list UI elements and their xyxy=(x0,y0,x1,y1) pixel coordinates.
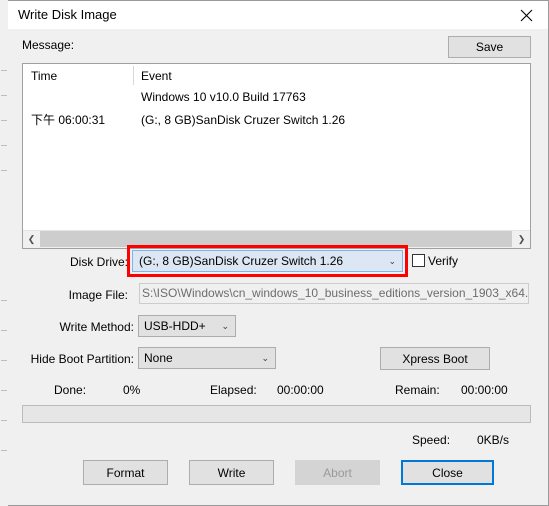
column-header-time[interactable]: Time xyxy=(31,69,57,83)
close-button[interactable]: Close xyxy=(401,460,494,485)
table-row[interactable]: 下午 06:00:31 (G:, 8 GB)SanDisk Cruzer Swi… xyxy=(23,111,530,129)
window-title: Write Disk Image xyxy=(18,7,117,22)
disk-drive-label: Disk Drive: xyxy=(69,255,128,269)
speed-value: 0KB/s xyxy=(477,433,510,447)
close-icon[interactable] xyxy=(504,1,548,29)
list-header: Time Event xyxy=(23,64,530,87)
format-button[interactable]: Format xyxy=(83,460,168,485)
cell-event: Windows 10 v10.0 Build 17763 xyxy=(141,90,306,104)
scroll-right-icon[interactable]: ❯ xyxy=(513,231,530,247)
column-divider xyxy=(133,66,134,85)
cell-time: 下午 06:00:31 xyxy=(31,113,106,127)
elapsed-label: Elapsed: xyxy=(210,383,257,397)
disk-drive-select[interactable]: (G:, 8 GB)SanDisk Cruzer Switch 1.26 ⌄ xyxy=(132,250,403,272)
disk-drive-value: (G:, 8 GB)SanDisk Cruzer Switch 1.26 xyxy=(139,254,344,268)
hide-boot-partition-value: None xyxy=(144,351,173,365)
progress-bar xyxy=(22,405,531,423)
verify-label: Verify xyxy=(428,254,459,268)
write-method-value: USB-HDD+ xyxy=(144,319,206,333)
speed-label: Speed: xyxy=(412,433,451,447)
scroll-left-icon[interactable]: ❮ xyxy=(23,231,40,247)
chevron-down-icon: ⌄ xyxy=(261,352,269,363)
verify-checkbox[interactable] xyxy=(412,254,425,267)
column-header-event[interactable]: Event xyxy=(141,69,172,83)
image-file-label: Image File: xyxy=(68,288,128,302)
elapsed-value: 00:00:00 xyxy=(277,383,324,397)
remain-value: 00:00:00 xyxy=(461,383,508,397)
cell-event: (G:, 8 GB)SanDisk Cruzer Switch 1.26 xyxy=(141,113,346,127)
write-method-label: Write Method: xyxy=(59,320,134,334)
chevron-down-icon: ⌄ xyxy=(388,255,396,266)
hide-boot-partition-label: Hide Boot Partition: xyxy=(30,352,134,366)
image-file-input[interactable]: S:\ISO\Windows\cn_windows_10_business_ed… xyxy=(139,283,529,304)
done-label: Done: xyxy=(54,383,87,397)
abort-button: Abort xyxy=(295,460,380,485)
xpress-boot-button[interactable]: Xpress Boot xyxy=(380,347,490,370)
remain-label: Remain: xyxy=(395,383,440,397)
chevron-down-icon: ⌄ xyxy=(221,320,229,331)
save-button[interactable]: Save xyxy=(448,36,531,58)
event-log-listbox[interactable]: Time Event Windows 10 v10.0 Build 17763 … xyxy=(22,63,531,249)
write-disk-image-dialog: Write Disk Image Message: Save Time Even… xyxy=(8,0,549,506)
write-method-select[interactable]: USB-HDD+ ⌄ xyxy=(138,315,236,337)
done-value: 0% xyxy=(123,383,141,397)
hide-boot-partition-select[interactable]: None ⌄ xyxy=(138,347,276,369)
title-bar: Write Disk Image xyxy=(8,1,548,29)
write-button[interactable]: Write xyxy=(189,460,274,485)
message-label: Message: xyxy=(22,38,75,52)
table-row[interactable]: Windows 10 v10.0 Build 17763 xyxy=(23,88,530,106)
